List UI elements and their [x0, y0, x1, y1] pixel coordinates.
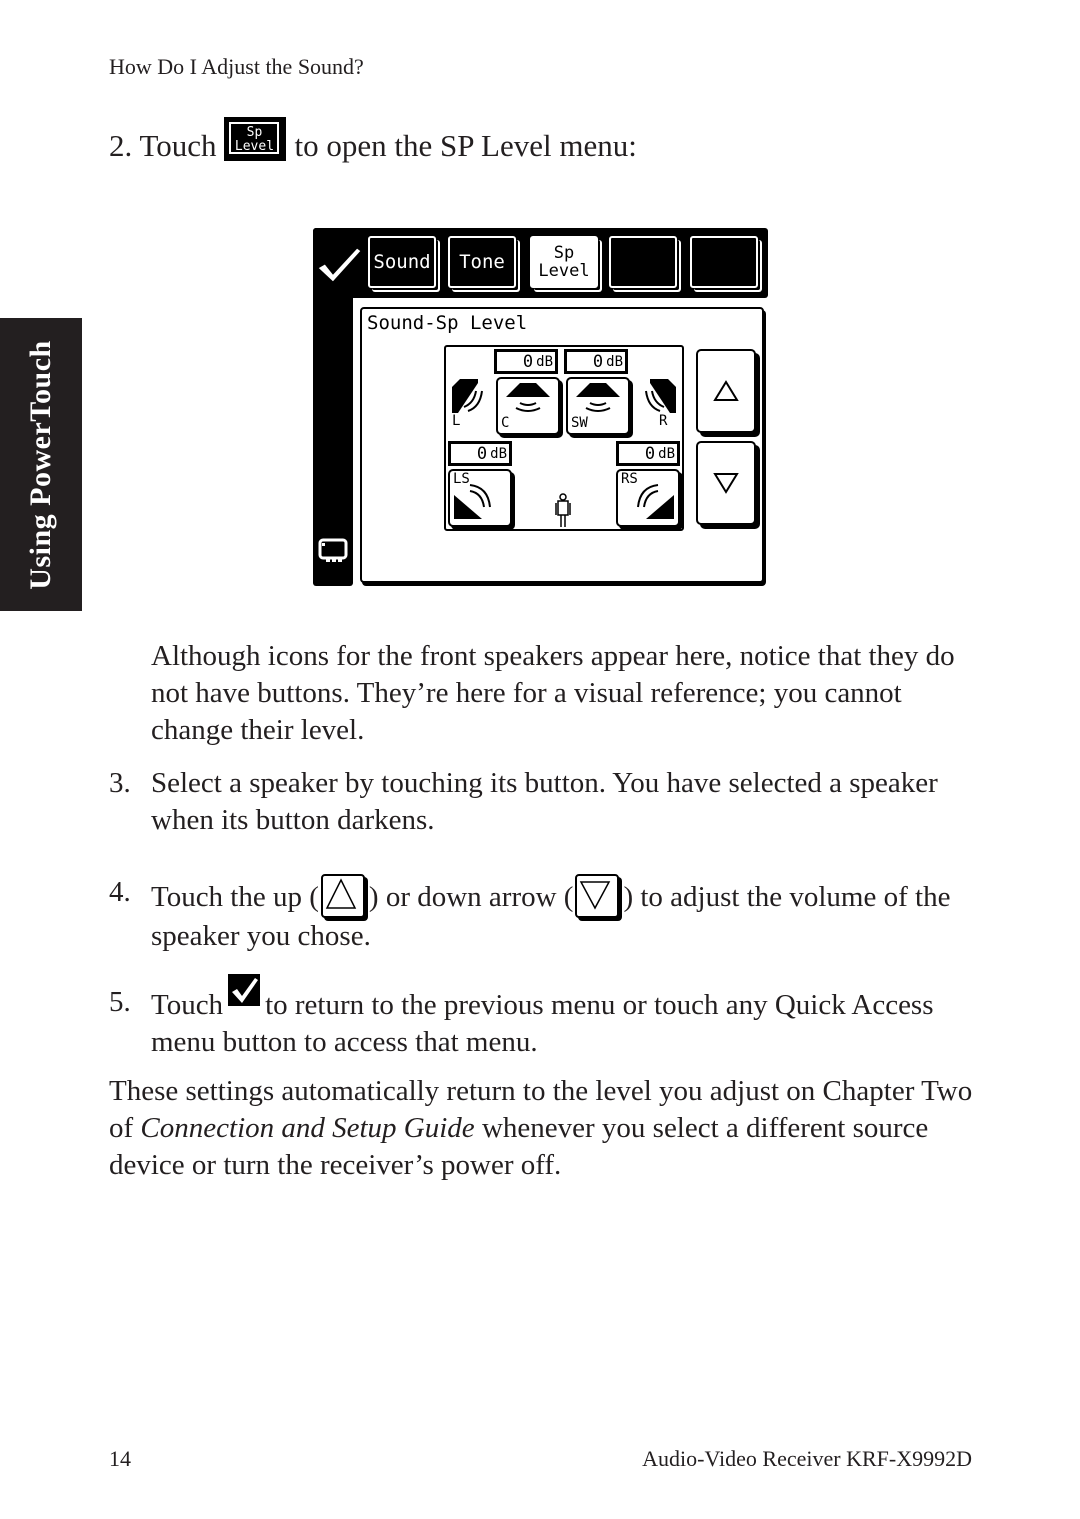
- step-3-text: Select a speaker by touching its button.…: [151, 767, 938, 836]
- step-5: 5. Touch to return to the previous menu o…: [109, 974, 989, 1061]
- right-surround-speaker-button[interactable]: RS: [616, 469, 680, 527]
- step-5-text-b: to return to the previous menu or touch …: [151, 989, 934, 1058]
- step-2-suffix: to open the SP Level menu:: [294, 128, 637, 163]
- tab-tone-label: Tone: [459, 251, 505, 273]
- step-4-text-a: Touch the up (: [151, 881, 319, 913]
- right-surround-level-value: 0: [644, 443, 656, 464]
- sp-level-panel: Sound-Sp Level L 0 dB C 0 dB SW R 0 dB L…: [360, 307, 764, 583]
- center-level-value: 0: [522, 351, 534, 372]
- checkmark-icon: [228, 974, 261, 1006]
- step-4-text: Touch the up () or down arrow () to adju…: [151, 874, 989, 955]
- subwoofer-level-value: 0: [592, 351, 604, 372]
- front-speaker-note: Although icons for the front speakers ap…: [151, 640, 955, 746]
- left-surround-speaker-button[interactable]: LS: [448, 469, 512, 527]
- left-surround-level-value: 0: [476, 443, 488, 464]
- front-right-speaker-icon: [638, 377, 678, 427]
- sp-level-line1: Sp: [246, 125, 263, 140]
- center-level-unit: dB: [536, 353, 553, 370]
- left-surround-level-display: 0 dB: [448, 441, 512, 466]
- sp-level-button-icon: Sp Level: [224, 117, 287, 161]
- subwoofer-level-display: 0 dB: [564, 349, 628, 374]
- closing-paragraph: These settings automatically return to t…: [109, 1073, 989, 1184]
- right-surround-level-display: 0 dB: [616, 441, 680, 466]
- tab-sp-level-label: Sp Level: [538, 244, 589, 280]
- tab-sp-level-line2: Level: [538, 261, 590, 281]
- tab-empty-1[interactable]: [609, 236, 677, 288]
- tab-empty-2[interactable]: [690, 236, 758, 288]
- down-arrow-icon: [713, 473, 739, 494]
- step-5-text: Touch to return to the previous menu or t…: [151, 974, 989, 1061]
- running-head: How Do I Adjust the Sound?: [109, 54, 364, 79]
- panel-title: Sound-Sp Level: [367, 312, 528, 334]
- center-label: C: [501, 415, 510, 431]
- subwoofer-speaker-button[interactable]: SW: [566, 377, 630, 435]
- side-tab-label: Using PowerTouch: [24, 339, 57, 590]
- front-left-label: L: [452, 413, 461, 429]
- step-4-number: 4.: [109, 876, 131, 908]
- page-number: 14: [109, 1446, 131, 1471]
- center-speaker-button[interactable]: C: [496, 377, 560, 435]
- right-surround-level-unit: dB: [658, 445, 675, 462]
- step-2-prefix: 2. Touch: [109, 128, 217, 163]
- product-name: Audio-Video Receiver KRF-X9992D: [642, 1446, 972, 1471]
- step-3: 3. Select a speaker by touching its butt…: [109, 765, 989, 839]
- up-arrow-icon: [713, 380, 739, 401]
- guide-title: Connection and Setup Guide: [140, 1112, 475, 1144]
- tab-sound[interactable]: Sound: [368, 236, 436, 288]
- person-icon: [554, 493, 572, 529]
- up-arrow-button[interactable]: [696, 349, 756, 433]
- tab-sp-level[interactable]: Sp Level: [530, 236, 598, 288]
- tab-sound-label: Sound: [373, 251, 431, 273]
- down-arrow-icon: [575, 874, 620, 918]
- step-4-text-b: ) or down arrow (: [368, 881, 574, 913]
- left-surround-level-unit: dB: [490, 445, 507, 462]
- speaker-layout: L 0 dB C 0 dB SW R 0 dB LS 0 dB RS: [444, 345, 684, 531]
- subwoofer-level-unit: dB: [606, 353, 623, 370]
- side-section-tab: Using PowerTouch: [0, 318, 82, 611]
- tv-icon[interactable]: [318, 538, 348, 564]
- sp-level-line2: Level: [234, 139, 275, 154]
- step-2: 2. Touch Sp Level to open the SP Level me…: [109, 117, 637, 166]
- center-level-display: 0 dB: [494, 349, 558, 374]
- tab-tone[interactable]: Tone: [448, 236, 516, 288]
- step-5-text-a: Touch: [151, 989, 224, 1021]
- tab-sp-level-line1: Sp: [553, 243, 575, 263]
- down-arrow-button[interactable]: [696, 441, 756, 525]
- step-5-number: 5.: [109, 986, 131, 1018]
- up-arrow-icon: [320, 874, 365, 918]
- step-4: 4. Touch the up () or down arrow () to a…: [109, 874, 989, 955]
- subwoofer-label: SW: [571, 415, 588, 431]
- checkmark-icon[interactable]: [315, 242, 363, 286]
- step-3-number: 3.: [109, 767, 131, 799]
- front-right-label: R: [659, 413, 668, 429]
- sp-level-screen: Sound Tone Sp Level Sound-Sp Level L 0 d…: [313, 228, 768, 588]
